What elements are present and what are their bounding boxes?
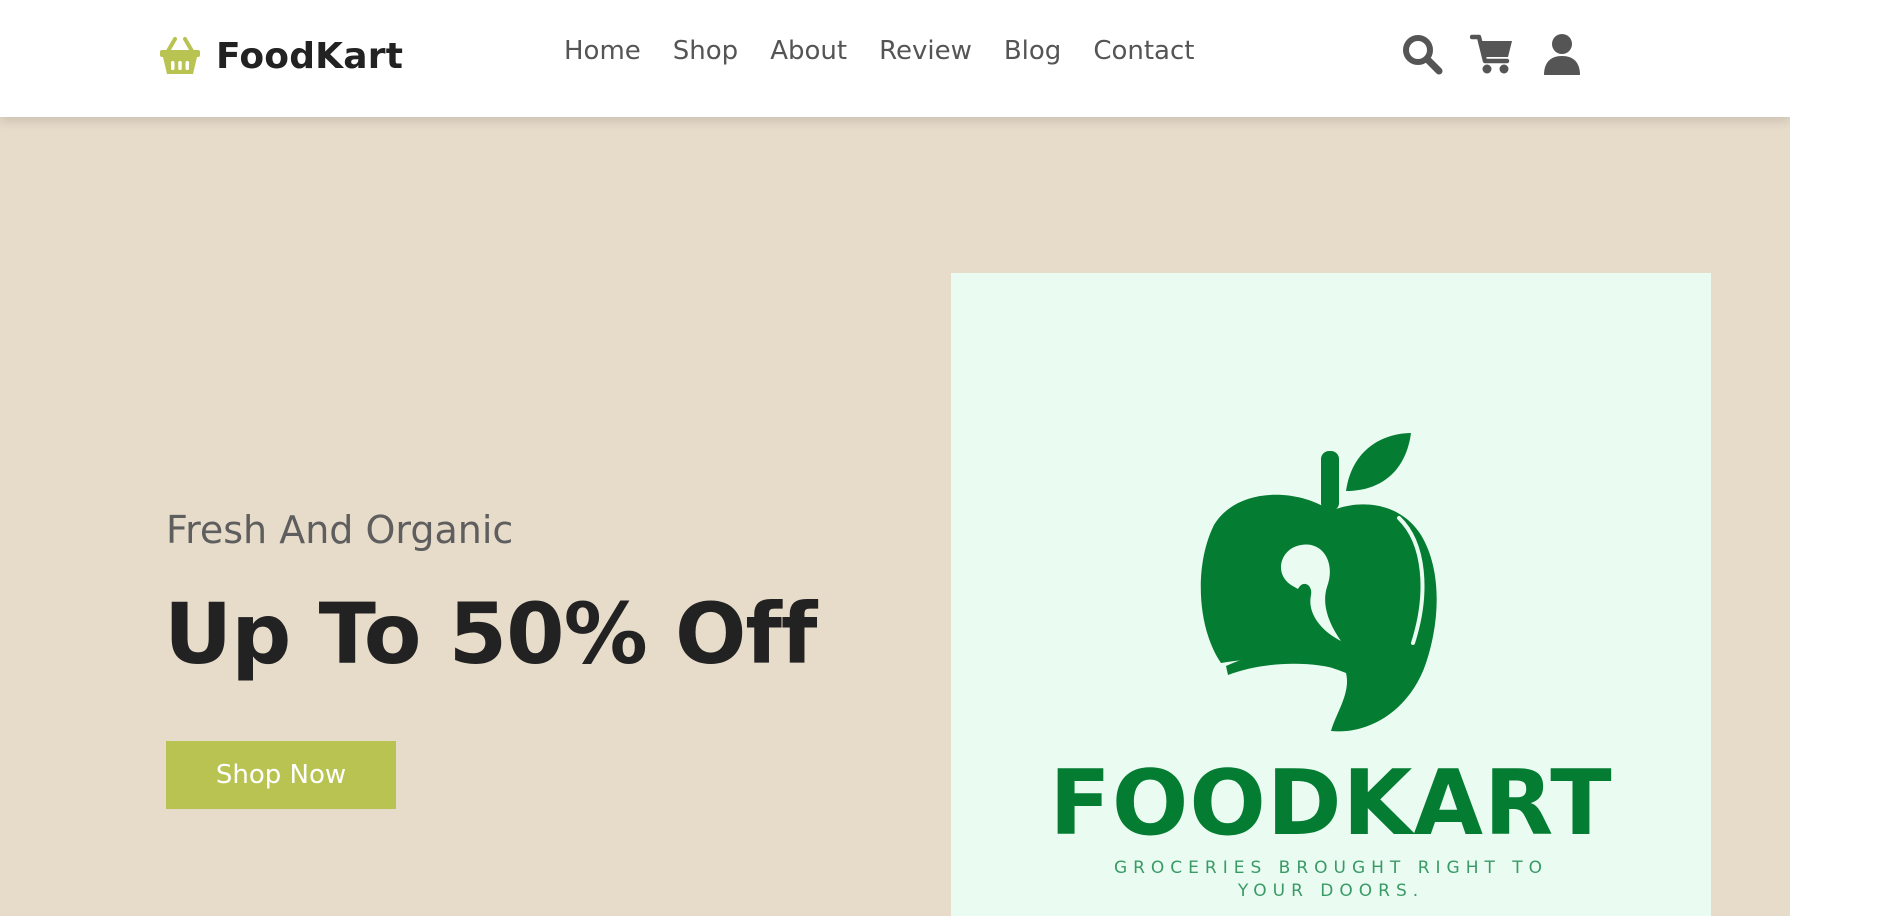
- brand-name: FoodKart: [216, 35, 404, 77]
- hero-subtitle: Fresh And Organic: [166, 508, 514, 552]
- nav-contact[interactable]: Contact: [1093, 36, 1194, 66]
- promo-image: FOODKART GROCERIES BROUGHT RIGHT TO YOUR…: [951, 273, 1711, 916]
- promo-tagline: GROCERIES BROUGHT RIGHT TO YOUR DOORS.: [1113, 858, 1549, 901]
- nav-home[interactable]: Home: [564, 36, 641, 66]
- header-actions: [1400, 32, 1584, 76]
- promo-brand-name: FOODKART: [1049, 751, 1613, 856]
- user-icon[interactable]: [1540, 32, 1584, 76]
- nav-review[interactable]: Review: [879, 36, 972, 66]
- page: FoodKart Home Shop About Review Blog Con…: [0, 0, 1790, 916]
- hero-title: Up To 50% Off: [164, 585, 817, 683]
- basket-icon: [160, 37, 200, 74]
- search-icon[interactable]: [1400, 32, 1444, 76]
- brand-logo[interactable]: FoodKart: [158, 30, 403, 82]
- nav-shop[interactable]: Shop: [673, 36, 738, 66]
- nav-about[interactable]: About: [770, 36, 847, 66]
- shop-now-button[interactable]: Shop Now: [166, 741, 396, 809]
- main-nav: Home Shop About Review Blog Contact: [564, 36, 1194, 66]
- site-header: FoodKart Home Shop About Review Blog Con…: [0, 0, 1790, 117]
- cart-icon[interactable]: [1470, 32, 1514, 76]
- nav-blog[interactable]: Blog: [1004, 36, 1061, 66]
